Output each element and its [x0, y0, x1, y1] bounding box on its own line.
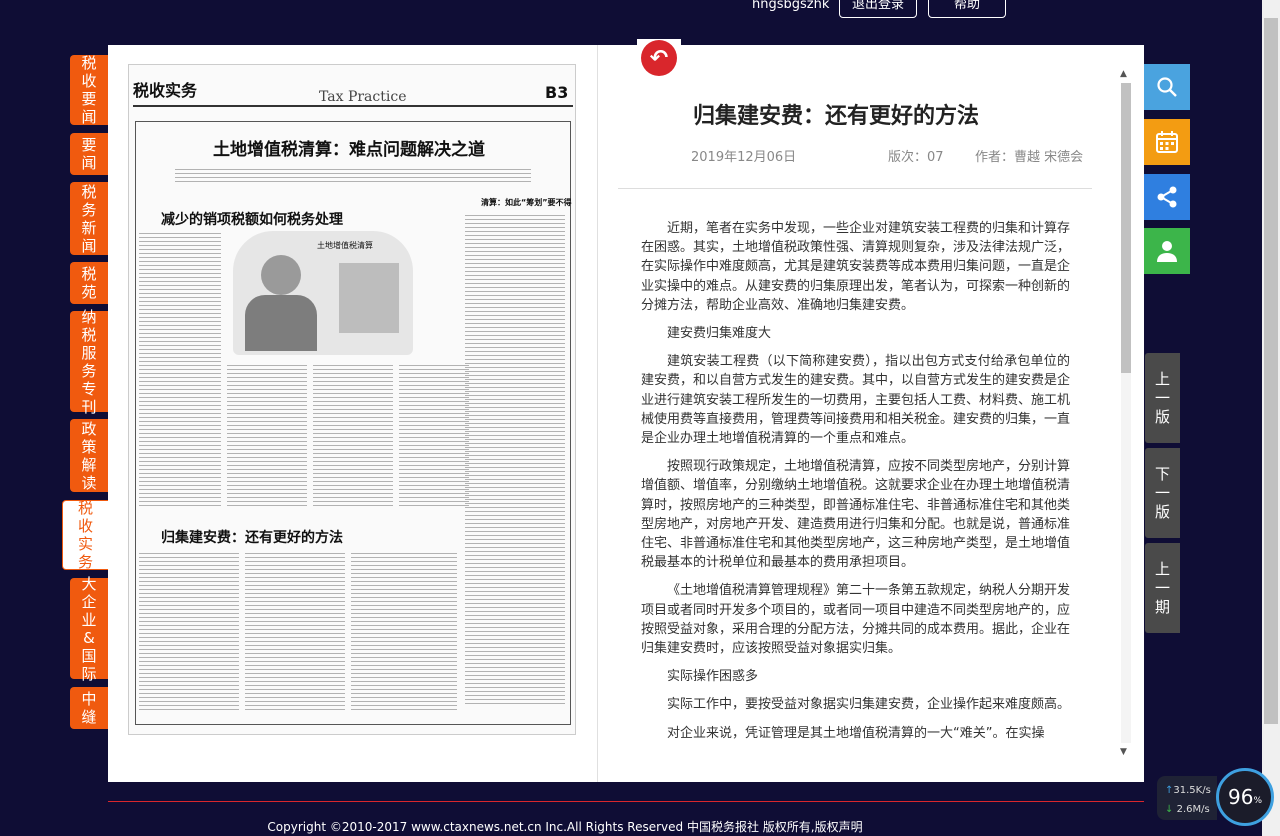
nav-tab-label: 大企业&国际 — [81, 574, 97, 683]
article-subheading: 实际操作困惑多 — [667, 669, 759, 685]
page-section-title: 税收实务 — [133, 81, 198, 100]
calendar-button[interactable] — [1144, 119, 1190, 165]
headline-lede — [175, 169, 531, 183]
masthead-rule — [133, 105, 573, 107]
building-figure — [339, 263, 399, 333]
nav-tab-label: 纳税服务专刊 — [81, 307, 97, 416]
gauge-percent: 96 — [1227, 785, 1254, 809]
article-body: 近期，笔者在实务中发现，一些企业对建筑安装工程费的归集和计算存在困惑。其实，土地… — [641, 219, 1070, 752]
reader-panel: 税收实务 Tax Practice B3 土地增值税清算：难点问题解决之道 减少… — [108, 39, 1144, 782]
article-scroll-thumb[interactable] — [1121, 83, 1131, 373]
nav-tab-label: 税收要闻 — [81, 54, 97, 126]
search-icon — [1157, 77, 1177, 97]
page-scrollbar-thumb[interactable] — [1264, 18, 1278, 724]
download-speed-value: 2.6M/s — [1176, 804, 1210, 815]
page-section-english: Tax Practice — [319, 89, 407, 105]
text-column — [139, 553, 239, 713]
search-button[interactable] — [1144, 64, 1190, 110]
text-column — [245, 553, 345, 713]
nav-tab-shuiyuan[interactable]: 税苑 — [70, 262, 108, 304]
nav-tab-gutter[interactable]: 中缝 — [70, 687, 108, 729]
newspaper-page-image[interactable]: 税收实务 Tax Practice B3 土地增值税清算：难点问题解决之道 减少… — [128, 64, 576, 735]
nav-tab-label: 要闻 — [81, 136, 97, 172]
article-paragraph: 按照现行政策规定，土地增值税清算，应按不同类型房地产，分别计算增值额、增值率，分… — [641, 459, 1071, 571]
percent-sign: % — [1253, 796, 1262, 806]
nav-tab-policy-interpretation[interactable]: 政策解读 — [70, 419, 108, 492]
officer-figure-body — [245, 295, 317, 351]
article-paragraph: 建筑安装工程费（以下简称建安费），指以出包方式支付给承包单位的建安费，和以自营方… — [641, 354, 1071, 447]
nav-tab-large-enterprise-international[interactable]: 大企业&国际 — [70, 575, 108, 683]
article-paragraph: 《土地增值税清算管理规程》第二十一条第五款规定，纳税人分期开发项目或者同时开发多… — [641, 583, 1071, 657]
nav-tab-headlines[interactable]: 要闻 — [70, 133, 108, 175]
next-page-label: 下一版 — [1154, 464, 1170, 521]
calendar-icon — [1156, 131, 1178, 153]
article-divider — [618, 188, 1092, 189]
article-paragraph: 实际工作中，要按受益对象据实归集建安费，企业操作起来难度颇高。 — [667, 697, 1071, 713]
logout-button[interactable]: 退出登录 — [839, 0, 917, 18]
share-icon — [1157, 186, 1177, 208]
nav-tab-label: 政策解读 — [81, 419, 97, 492]
illustration-label: 土地增值税清算 — [317, 241, 373, 250]
article-title: 归集建安费：还有更好的方法 — [693, 104, 980, 129]
text-column — [399, 365, 469, 509]
username: hngsbgszhk — [752, 0, 830, 12]
article-paragraph: 对企业来说，凭证管理是其土地增值税清算的一大“难关”。在实操 — [667, 725, 1045, 741]
nav-tab-label: 中缝 — [81, 690, 97, 726]
prev-page-label: 上一版 — [1154, 369, 1170, 426]
text-column — [351, 553, 457, 713]
nav-tab-taxpayer-service[interactable]: 纳税服务专刊 — [70, 308, 108, 416]
nav-tab-tax-news-highlights[interactable]: 税收要闻 — [70, 54, 108, 126]
performance-gauge[interactable]: 96% — [1216, 768, 1274, 826]
user-button[interactable] — [1144, 228, 1190, 274]
share-button[interactable] — [1144, 174, 1190, 220]
back-arrow-icon: ↶ — [641, 40, 677, 76]
text-column — [465, 215, 565, 705]
article-edition: 版次：07 — [888, 150, 944, 165]
nav-tab-label: 税苑 — [81, 265, 97, 301]
article-subheading: 建安费归集难度大 — [667, 326, 772, 342]
article-author: 作者：曹越 宋德会 — [975, 150, 1084, 165]
download-arrow-icon: ↓ — [1165, 804, 1174, 815]
story-title-1[interactable]: 减少的销项税额如何税务处理 — [161, 209, 343, 229]
masthead-strip — [133, 67, 573, 75]
upload-speed-value: 31.5K/s — [1173, 785, 1211, 796]
user-icon — [1157, 241, 1177, 262]
footer-copyright: Copyright ©2010-2017 www.ctaxnews.net.cn… — [267, 820, 863, 834]
panel-divider — [597, 45, 598, 782]
download-speed: ↓ 2.6M/s — [1165, 800, 1217, 819]
text-column — [227, 365, 307, 509]
article-view: 归集建安费：还有更好的方法 2019年12月06日 版次：07 作者：曹越 宋德… — [618, 64, 1092, 761]
next-page-button[interactable]: 下一版 — [1145, 448, 1180, 538]
page-code: B3 — [545, 83, 569, 102]
side-story-title[interactable]: 清算：如此“筹划”要不得 — [481, 197, 572, 208]
nav-tab-label: 税务新闻 — [81, 182, 97, 255]
scroll-up-arrow-icon[interactable]: ▲ — [1120, 69, 1127, 79]
text-column — [313, 365, 393, 509]
nav-tab-label: 税收实务 — [77, 499, 93, 571]
prev-issue-label: 上一期 — [1154, 559, 1170, 616]
page-headline[interactable]: 土地增值税清算：难点问题解决之道 — [213, 135, 485, 160]
help-button[interactable]: 帮助 — [928, 0, 1006, 18]
prev-page-button[interactable]: 上一版 — [1145, 353, 1180, 443]
officer-figure — [261, 255, 301, 295]
nav-tab-tax-news[interactable]: 税务新闻 — [70, 182, 108, 255]
prev-issue-button[interactable]: 上一期 — [1145, 543, 1180, 633]
footer-rule — [108, 801, 1144, 802]
network-monitor: ↑31.5K/s ↓ 2.6M/s — [1157, 776, 1217, 820]
top-bar: hngsbgszhk 退出登录 帮助 — [0, 0, 1262, 22]
scroll-down-arrow-icon[interactable]: ▼ — [1120, 747, 1127, 757]
article-paragraph: 近期，笔者在实务中发现，一些企业对建筑安装工程费的归集和计算存在困惑。其实，土地… — [641, 221, 1071, 313]
article-date: 2019年12月06日 — [691, 150, 797, 165]
story-title-2[interactable]: 归集建安费：还有更好的方法 — [161, 527, 343, 547]
upload-speed: ↑31.5K/s — [1165, 781, 1217, 800]
text-column — [139, 233, 221, 509]
nav-tab-tax-practice[interactable]: 税收实务 — [62, 499, 108, 571]
